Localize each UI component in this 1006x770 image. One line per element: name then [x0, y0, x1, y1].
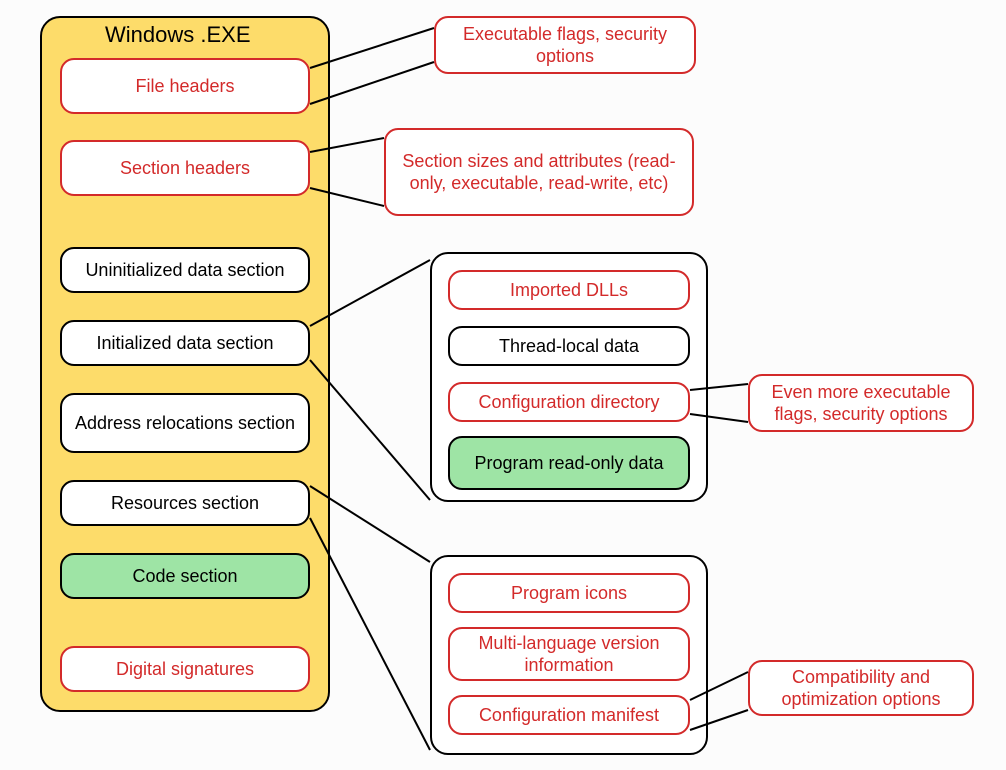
section-digital-signatures: Digital signatures: [60, 646, 310, 692]
section-init-data: Initialized data section: [60, 320, 310, 366]
section-addr-reloc: Address relocations section: [60, 393, 310, 453]
section-section-headers: Section headers: [60, 140, 310, 196]
item-config-manifest: Configuration manifest: [448, 695, 690, 735]
item-config-directory: Configuration directory: [448, 382, 690, 422]
item-thread-local: Thread-local data: [448, 326, 690, 366]
annotation-config-dir: Even more executable flags, security opt…: [748, 374, 974, 432]
item-readonly-data: Program read-only data: [448, 436, 690, 490]
section-code: Code section: [60, 553, 310, 599]
diagram-title: Windows .EXE: [105, 22, 251, 48]
item-imported-dlls: Imported DLLs: [448, 270, 690, 310]
annotation-manifest: Compatibility and optimization options: [748, 660, 974, 716]
section-uninit-data: Uninitialized data section: [60, 247, 310, 293]
item-program-icons: Program icons: [448, 573, 690, 613]
item-version-info: Multi-language version information: [448, 627, 690, 681]
annotation-section-headers: Section sizes and attributes (read-only,…: [384, 128, 694, 216]
annotation-file-headers: Executable flags, security options: [434, 16, 696, 74]
section-file-headers: File headers: [60, 58, 310, 114]
section-resources: Resources section: [60, 480, 310, 526]
